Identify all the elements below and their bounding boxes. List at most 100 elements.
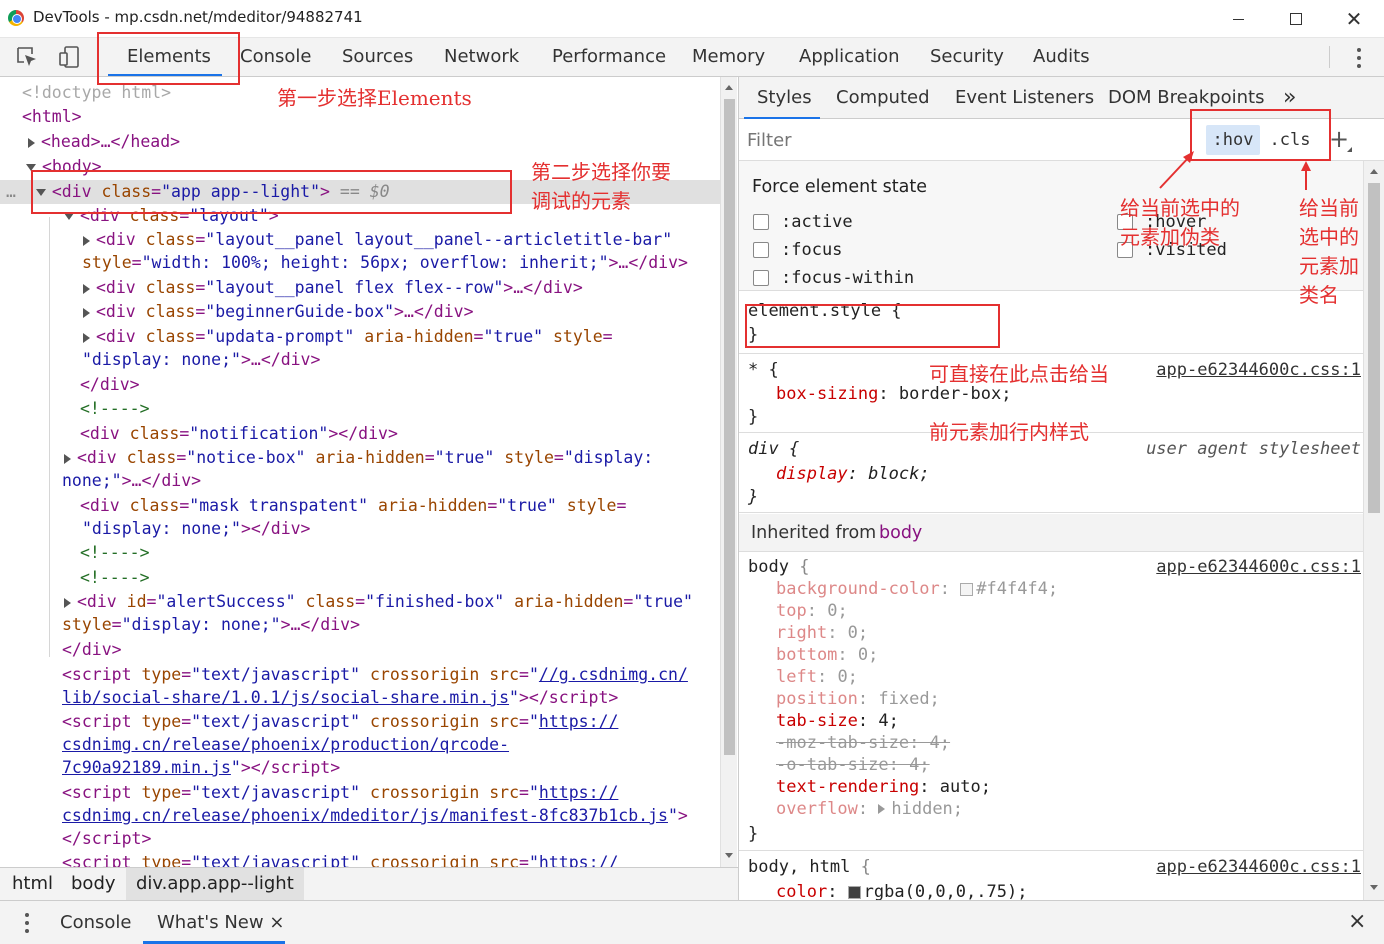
scrollbar-thumb[interactable] bbox=[1368, 183, 1380, 513]
dom-node-comment[interactable]: <!----> bbox=[80, 397, 150, 421]
new-style-rule-button[interactable]: + bbox=[1329, 125, 1349, 155]
minimize-icon bbox=[1232, 18, 1244, 20]
body-html-rule: body, html { app-e62344600c.css:1 color:… bbox=[739, 853, 1363, 900]
drawer-tab-console[interactable]: Console bbox=[60, 901, 131, 944]
css-declaration[interactable]: left: 0; bbox=[776, 666, 858, 688]
tab-application[interactable]: Application bbox=[799, 38, 900, 77]
breadcrumb-current[interactable]: div.app.app--light bbox=[126, 868, 304, 900]
annotation-box-hov-cls bbox=[1190, 109, 1331, 161]
close-drawer-icon[interactable]: × bbox=[1348, 910, 1366, 934]
inherited-node-link[interactable]: body bbox=[879, 523, 922, 543]
tab-network[interactable]: Network bbox=[444, 38, 519, 77]
css-declaration[interactable]: position: fixed; bbox=[776, 688, 940, 710]
dom-node-continuation: csdnimg.cn/release/phoenix/production/qr… bbox=[62, 735, 510, 754]
scroll-down-arrow-icon[interactable] bbox=[725, 853, 733, 858]
rule-selector[interactable]: body { bbox=[748, 556, 809, 578]
css-declaration[interactable]: text-rendering: auto; bbox=[776, 776, 991, 798]
breadcrumb: html body div.app.app--light bbox=[0, 867, 738, 900]
annotation-inline-line1: 可直接在此点击给当 bbox=[929, 362, 1109, 386]
annotation-step1: 第一步选择Elements bbox=[277, 86, 472, 110]
drawer-tab-whats-new[interactable]: What's New × bbox=[157, 901, 284, 944]
maximize-button[interactable] bbox=[1276, 4, 1316, 34]
state-active-checkbox[interactable] bbox=[753, 214, 769, 230]
stylesheet-link[interactable]: app-e62344600c.css:1 bbox=[1156, 856, 1361, 878]
annotation-hov-line2: 元素加伪类 bbox=[1120, 225, 1220, 249]
dom-node-layout-panel-articletitle[interactable]: <div class="layout__panel layout__panel-… bbox=[83, 228, 672, 252]
close-window-button[interactable]: ✕ bbox=[1334, 4, 1374, 34]
more-options-icon[interactable] bbox=[1352, 46, 1366, 70]
dom-node-close-div[interactable]: </div> bbox=[62, 638, 122, 662]
scroll-up-arrow-icon[interactable] bbox=[725, 85, 733, 90]
state-focus-checkbox[interactable] bbox=[753, 242, 769, 258]
css-declaration[interactable]: overflow: hidden; bbox=[776, 798, 963, 820]
stylesheet-link[interactable]: app-e62344600c.css:1 bbox=[1156, 359, 1361, 381]
dom-node-script-partial[interactable]: <script type="text/javascript" crossorig… bbox=[62, 851, 618, 867]
close-tab-icon[interactable]: × bbox=[269, 912, 284, 933]
minimize-button[interactable] bbox=[1218, 4, 1258, 34]
dom-tree-scrollbar[interactable] bbox=[720, 77, 737, 867]
breadcrumb-body[interactable]: body bbox=[71, 868, 116, 900]
css-declaration[interactable]: right: 0; bbox=[776, 622, 868, 644]
styles-filter-input[interactable] bbox=[747, 125, 1187, 155]
dom-node-script-manifest[interactable]: <script type="text/javascript" crossorig… bbox=[62, 781, 618, 805]
dom-node-close-div[interactable]: </div> bbox=[80, 373, 140, 397]
dom-node-notice-box[interactable]: <div class="notice-box" aria-hidden="tru… bbox=[64, 446, 653, 470]
dom-node-updata-prompt[interactable]: <div class="updata-prompt" aria-hidden="… bbox=[83, 325, 613, 349]
rule-selector[interactable]: body, html { bbox=[748, 856, 871, 878]
dom-node-continuation: 7c90a92189.min.js"></script> bbox=[62, 758, 341, 777]
toolbar-divider bbox=[1329, 46, 1330, 68]
maximize-icon bbox=[1290, 13, 1302, 25]
tab-computed[interactable]: Computed bbox=[836, 77, 930, 119]
tab-styles[interactable]: Styles bbox=[757, 77, 812, 119]
close-icon: ✕ bbox=[1345, 7, 1363, 31]
breadcrumb-html[interactable]: html bbox=[12, 868, 53, 900]
annotation-cls-line1: 给当前 bbox=[1299, 196, 1359, 220]
expand-shorthand-icon[interactable] bbox=[878, 804, 886, 814]
scroll-up-arrow-icon[interactable] bbox=[1370, 169, 1378, 174]
stylesheet-link[interactable]: app-e62344600c.css:1 bbox=[1156, 556, 1361, 578]
tab-audits[interactable]: Audits bbox=[1033, 38, 1090, 77]
tab-memory[interactable]: Memory bbox=[692, 38, 765, 77]
color-swatch[interactable] bbox=[847, 885, 861, 899]
color-swatch[interactable] bbox=[960, 582, 974, 596]
device-toolbar-icon[interactable] bbox=[56, 44, 82, 70]
dom-node-script-social-share[interactable]: <script type="text/javascript" crossorig… bbox=[62, 663, 688, 687]
annotation-cls-line4: 类名 bbox=[1299, 283, 1339, 307]
dom-node-comment[interactable]: <!----> bbox=[80, 541, 150, 565]
drawer-menu-icon[interactable] bbox=[22, 911, 32, 935]
annotation-step2-line2: 调试的元素 bbox=[531, 189, 631, 213]
css-declaration[interactable]: top: 0; bbox=[776, 600, 848, 622]
dom-node-comment[interactable]: <!----> bbox=[80, 566, 150, 590]
tab-event-listeners[interactable]: Event Listeners bbox=[955, 77, 1094, 119]
dom-node-html[interactable]: <html> bbox=[22, 105, 82, 129]
tab-security[interactable]: Security bbox=[930, 38, 1004, 77]
dom-node-layout-panel-flex[interactable]: <div class="layout__panel flex flex--row… bbox=[83, 276, 583, 300]
tab-console[interactable]: Console bbox=[240, 38, 311, 77]
rule-selector[interactable]: * { bbox=[748, 359, 779, 381]
css-declaration[interactable]: bottom: 0; bbox=[776, 644, 878, 666]
dom-node-notification[interactable]: <div class="notification"></div> bbox=[80, 422, 398, 446]
dom-node-continuation: lib/social-share/1.0.1/js/social-share.m… bbox=[62, 688, 619, 707]
tab-sources[interactable]: Sources bbox=[342, 38, 413, 77]
tab-performance[interactable]: Performance bbox=[552, 38, 666, 77]
dom-node-beginner-guide[interactable]: <div class="beginnerGuide-box">…</div> bbox=[83, 300, 474, 324]
css-declaration[interactable]: color: rgba(0,0,0,.75); bbox=[776, 881, 1027, 900]
styles-scrollbar[interactable] bbox=[1363, 161, 1384, 900]
window-title: DevTools - mp.csdn.net/mdeditor/94882741 bbox=[33, 8, 363, 26]
state-focus-within-checkbox[interactable] bbox=[753, 270, 769, 286]
css-declaration[interactable]: -moz-tab-size: 4; bbox=[776, 732, 950, 754]
dom-node-script-qrcode[interactable]: <script type="text/javascript" crossorig… bbox=[62, 710, 618, 734]
css-declaration[interactable]: tab-size: 4; bbox=[776, 710, 899, 732]
annotation-inline-line2: 前元素加行内样式 bbox=[929, 420, 1089, 444]
rule-selector: div { bbox=[748, 439, 800, 459]
css-declaration[interactable]: -o-tab-size: 4; bbox=[776, 754, 930, 776]
dom-node-alert-success[interactable]: <div id="alertSuccess" class="finished-b… bbox=[64, 590, 693, 614]
scrollbar-thumb[interactable] bbox=[724, 99, 735, 755]
user-agent-label: user agent stylesheet bbox=[1146, 439, 1361, 459]
scroll-down-arrow-icon[interactable] bbox=[1370, 885, 1378, 890]
dom-node-mask[interactable]: <div class="mask transpatent" aria-hidde… bbox=[80, 494, 626, 518]
dom-node-continuation: none;">…</div> bbox=[62, 471, 202, 490]
dom-node-head[interactable]: <head>…</head> bbox=[28, 130, 180, 154]
css-declaration[interactable]: background-color: #f4f4f4; bbox=[776, 578, 1058, 600]
inspect-element-icon[interactable] bbox=[14, 44, 40, 70]
